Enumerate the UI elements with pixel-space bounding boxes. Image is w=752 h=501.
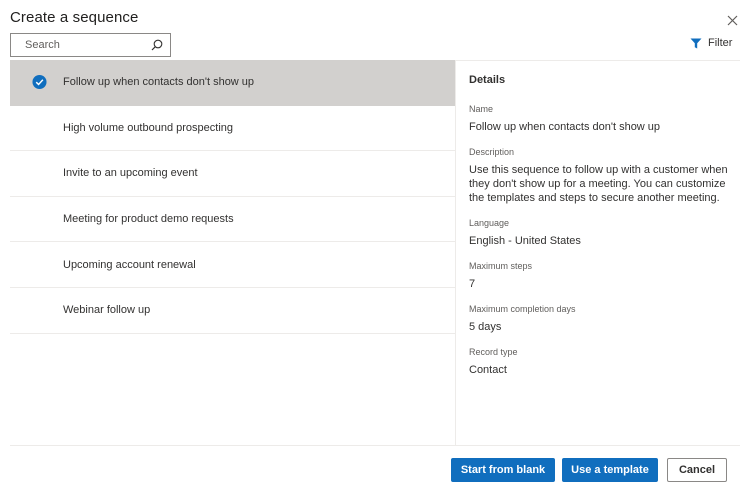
sequence-item[interactable]: Webinar follow up xyxy=(10,288,455,334)
max-days-value: 5 days xyxy=(469,321,502,333)
max-steps-label: Maximum steps xyxy=(469,261,533,271)
close-icon xyxy=(727,15,737,25)
details-top-divider xyxy=(455,60,740,61)
sequence-item-label: High volume outbound prospecting xyxy=(63,121,234,134)
language-value: English - United States xyxy=(469,235,581,247)
max-days-label: Maximum completion days xyxy=(469,304,576,314)
sequence-item[interactable]: Invite to an upcoming event xyxy=(10,151,455,197)
panel-divider xyxy=(455,60,456,445)
description-value: Use this sequence to follow up with a cu… xyxy=(469,164,728,204)
sequence-item[interactable]: Follow up when contacts don't show up xyxy=(10,60,455,106)
filter-button[interactable]: Filter xyxy=(690,37,732,49)
sequence-item-label: Follow up when contacts don't show up xyxy=(63,76,255,89)
sequence-item[interactable]: Upcoming account renewal xyxy=(10,242,455,288)
max-steps-value: 7 xyxy=(469,278,476,290)
sequence-item-label: Meeting for product demo requests xyxy=(63,213,234,226)
cancel-button[interactable]: Cancel xyxy=(667,458,727,482)
filter-label: Filter xyxy=(708,37,733,49)
footer-divider xyxy=(10,445,740,446)
sequence-item-label: Invite to an upcoming event xyxy=(63,167,198,180)
name-value: Follow up when contacts don't show up xyxy=(469,121,661,133)
sequence-item-label: Webinar follow up xyxy=(63,304,151,317)
close-button[interactable] xyxy=(723,11,741,29)
record-type-value: Contact xyxy=(469,364,507,376)
record-type-label: Record type xyxy=(469,347,518,357)
use-template-button[interactable]: Use a template xyxy=(562,458,658,482)
search-box[interactable] xyxy=(10,33,171,57)
description-label: Description xyxy=(469,147,515,157)
dialog-title: Create a sequence xyxy=(10,9,139,26)
details-heading: Details xyxy=(469,74,506,86)
sequence-item[interactable]: High volume outbound prospecting xyxy=(10,106,455,152)
language-label: Language xyxy=(469,218,510,228)
sequence-item[interactable]: Meeting for product demo requests xyxy=(10,197,455,243)
search-input[interactable] xyxy=(25,39,150,51)
start-from-blank-button[interactable]: Start from blank xyxy=(451,458,555,482)
filter-icon xyxy=(690,38,702,48)
sequence-list: Follow up when contacts don't show up Hi… xyxy=(10,60,455,334)
name-label: Name xyxy=(469,104,494,114)
sequence-item-label: Upcoming account renewal xyxy=(63,258,196,271)
checkmark-circle-icon xyxy=(32,75,47,90)
details-panel: Details Name Follow up when contacts don… xyxy=(469,74,735,390)
search-icon[interactable] xyxy=(150,38,164,52)
